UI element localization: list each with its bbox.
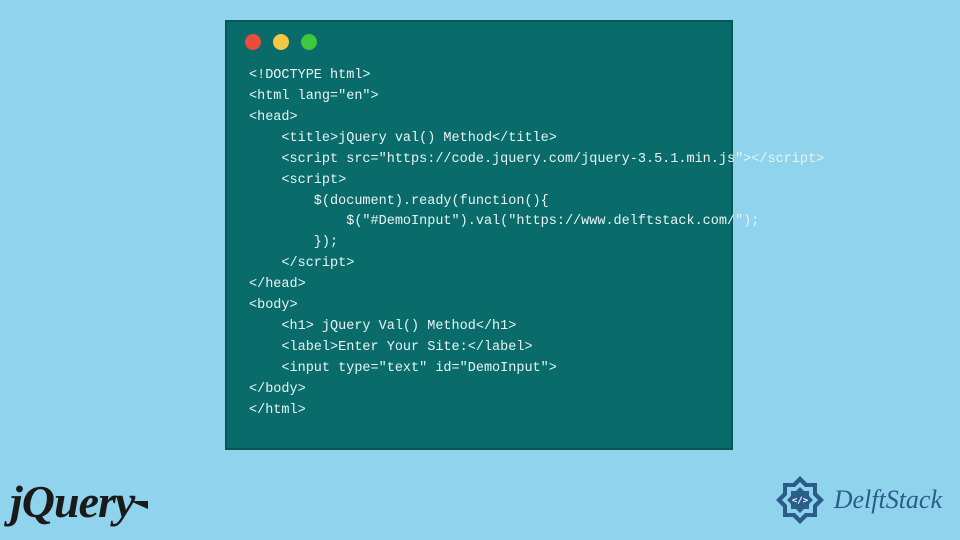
code-window: <!DOCTYPE html> <html lang="en"> <head> …: [225, 20, 733, 450]
delftstack-logo: </> DelftStack: [772, 472, 942, 528]
delftstack-icon: </>: [772, 472, 828, 528]
svg-text:</>: </>: [792, 496, 809, 506]
close-dot-icon: [245, 34, 261, 50]
code-content: <!DOCTYPE html> <html lang="en"> <head> …: [227, 58, 731, 430]
delftstack-text: DelftStack: [834, 485, 942, 515]
jquery-logo: jQuery: [10, 475, 148, 528]
minimize-dot-icon: [273, 34, 289, 50]
window-controls: [227, 22, 731, 58]
maximize-dot-icon: [301, 34, 317, 50]
